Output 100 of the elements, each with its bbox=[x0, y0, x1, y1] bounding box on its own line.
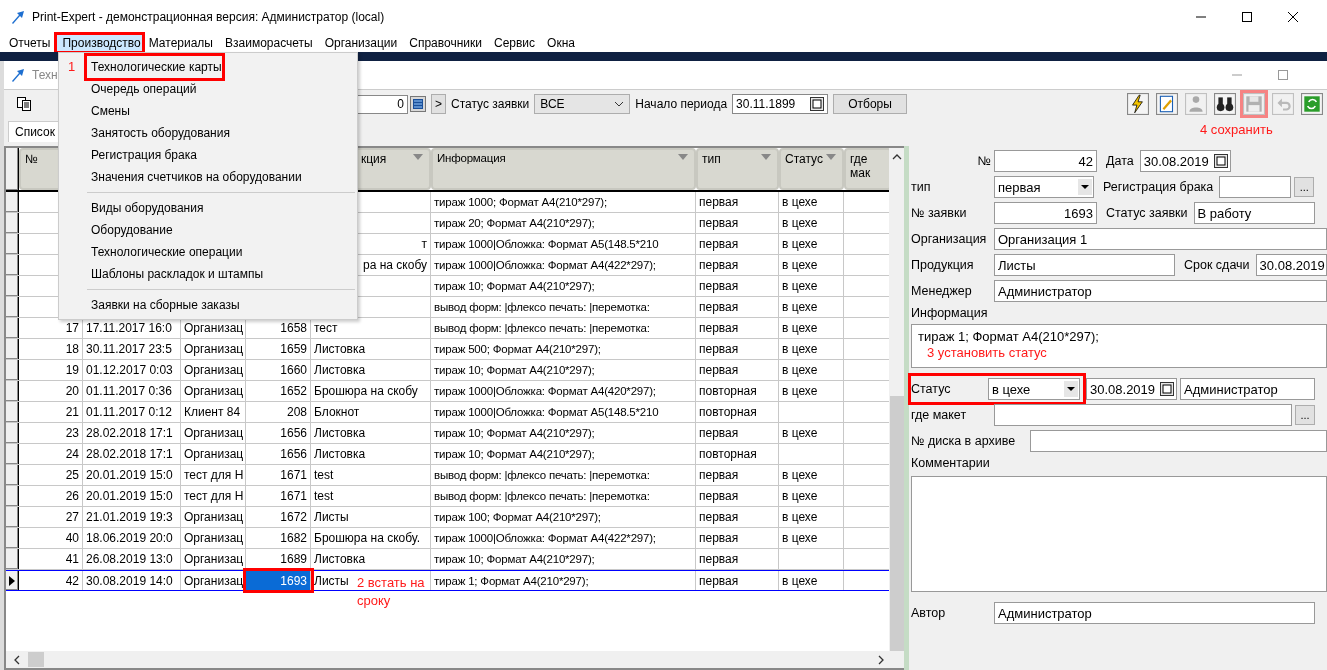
menu-item[interactable]: Технологические карты bbox=[87, 56, 222, 78]
copy-icon[interactable] bbox=[16, 96, 32, 112]
menu-item[interactable]: Взаиморасчеты bbox=[220, 35, 318, 51]
author-field[interactable]: Администратор bbox=[994, 602, 1315, 624]
status-select[interactable]: ВСЕ bbox=[534, 94, 631, 114]
menu-item[interactable]: Материалы bbox=[143, 35, 218, 51]
table-cell: в цехе bbox=[779, 507, 844, 527]
row-header[interactable] bbox=[6, 507, 19, 527]
row-header[interactable] bbox=[6, 381, 19, 401]
maximize-icon[interactable] bbox=[1241, 11, 1253, 23]
binoculars-icon[interactable] bbox=[1214, 93, 1236, 115]
defect-field[interactable] bbox=[1219, 176, 1292, 198]
row-header[interactable] bbox=[6, 339, 19, 359]
column-header[interactable]: № bbox=[25, 152, 38, 166]
row-header[interactable] bbox=[6, 318, 19, 338]
row-header[interactable] bbox=[6, 486, 19, 506]
table-cell: вывод форм: |флексо печать: |перемотка: bbox=[431, 486, 696, 506]
row-header[interactable] bbox=[6, 571, 19, 590]
row-header[interactable] bbox=[6, 549, 19, 569]
calendar-icon[interactable] bbox=[1213, 154, 1228, 168]
table-cell: вывод форм: |флексо печать: |перемотка: bbox=[431, 297, 696, 317]
row-header[interactable] bbox=[6, 528, 19, 548]
scrollbar-thumb[interactable] bbox=[889, 396, 904, 651]
scroll-right-icon[interactable] bbox=[878, 654, 884, 665]
table-cell: в цехе bbox=[779, 276, 844, 296]
table-cell: в цехе bbox=[779, 234, 844, 254]
menu-item[interactable]: Значения счетчиков на оборудовании bbox=[87, 166, 302, 188]
table-cell: Листовка bbox=[311, 339, 431, 359]
table-cell: 21 bbox=[19, 402, 83, 422]
menu-item[interactable]: Отчеты bbox=[4, 35, 56, 51]
row-header[interactable] bbox=[6, 402, 19, 422]
row-header[interactable] bbox=[6, 444, 19, 464]
date-field[interactable]: 30.08.2019 bbox=[1139, 150, 1231, 172]
menu-item[interactable]: Заявки на сборные заказы bbox=[87, 294, 240, 316]
menu-item[interactable]: Виды оборудования bbox=[87, 197, 204, 219]
type-select[interactable]: первая bbox=[994, 176, 1094, 198]
browse-button[interactable]: ... bbox=[1295, 405, 1315, 425]
edit-icon[interactable] bbox=[1156, 93, 1178, 115]
menu-item[interactable]: Сервис bbox=[488, 35, 541, 51]
next-button[interactable]: > bbox=[431, 94, 446, 114]
calendar-icon[interactable] bbox=[1160, 382, 1174, 396]
number-field[interactable]: 0 bbox=[356, 94, 408, 114]
date-field[interactable]: 30.08.2019 bbox=[1086, 378, 1177, 400]
table-cell: Организац bbox=[181, 507, 246, 527]
annotation-text: 2 встать на bbox=[357, 574, 425, 592]
layout-field[interactable] bbox=[994, 404, 1292, 426]
menu-item[interactable]: Смены bbox=[87, 100, 130, 122]
menu-item[interactable]: Технологические операции bbox=[87, 241, 243, 263]
row-header[interactable] bbox=[6, 255, 19, 275]
disk-field[interactable] bbox=[1030, 430, 1327, 452]
menu-item[interactable]: Оборудование bbox=[87, 219, 173, 241]
scrollbar-thumb[interactable] bbox=[28, 652, 44, 667]
product-field[interactable]: Листы bbox=[994, 254, 1175, 276]
row-header[interactable] bbox=[6, 192, 19, 212]
period-date-field[interactable]: 30.11.1899 bbox=[732, 94, 829, 114]
filter-button[interactable]: Отборы bbox=[833, 94, 908, 114]
menu-item[interactable]: Регистрация брака bbox=[87, 144, 197, 166]
due-date-field[interactable]: 30.08.2019 bbox=[1255, 254, 1327, 276]
calculator-icon[interactable] bbox=[410, 96, 426, 112]
row-header[interactable] bbox=[6, 148, 19, 190]
user-field[interactable]: Администратор bbox=[1180, 378, 1315, 400]
column-header[interactable]: тип bbox=[702, 152, 721, 166]
row-header[interactable] bbox=[6, 276, 19, 296]
comments-textarea[interactable] bbox=[911, 476, 1327, 592]
row-header[interactable] bbox=[6, 234, 19, 254]
organization-field[interactable]: Организация 1 bbox=[994, 228, 1327, 250]
child-window-title: Техн bbox=[32, 68, 58, 82]
manager-field[interactable]: Администратор bbox=[994, 280, 1327, 302]
row-header[interactable] bbox=[6, 465, 19, 485]
close-icon[interactable] bbox=[1287, 11, 1299, 23]
row-header[interactable] bbox=[6, 213, 19, 233]
menu-item[interactable]: Очередь операций bbox=[87, 78, 197, 100]
number-field[interactable]: 42 bbox=[994, 150, 1097, 172]
column-header[interactable]: Информация bbox=[437, 152, 506, 164]
calendar-icon[interactable] bbox=[810, 97, 825, 111]
row-header[interactable] bbox=[6, 423, 19, 443]
menu-item[interactable]: Справочники bbox=[404, 35, 487, 51]
scroll-left-icon[interactable] bbox=[14, 654, 20, 665]
row-header[interactable] bbox=[6, 360, 19, 380]
table-cell: Брошюра на скобу. bbox=[311, 528, 431, 548]
menu-item[interactable]: Организации bbox=[319, 35, 403, 51]
table-cell: в цехе bbox=[779, 297, 844, 317]
scroll-up-icon[interactable] bbox=[891, 154, 902, 160]
menu-item[interactable]: Окна bbox=[542, 35, 580, 51]
row-header[interactable] bbox=[6, 297, 19, 317]
table-cell: в цехе bbox=[779, 381, 844, 401]
lightning-icon[interactable] bbox=[1127, 93, 1149, 115]
table-cell: 1659 bbox=[246, 339, 311, 359]
menu-item[interactable]: Занятость оборудования bbox=[87, 122, 230, 144]
column-header[interactable]: Статус bbox=[785, 152, 823, 166]
order-field[interactable]: 1693 bbox=[994, 202, 1097, 224]
status-select[interactable]: в цехе bbox=[988, 378, 1080, 400]
table-cell: в цехе bbox=[779, 465, 844, 485]
table-cell: Блокнот bbox=[311, 402, 431, 422]
table-cell: первая bbox=[696, 423, 779, 443]
order-status-field[interactable]: В работу bbox=[1193, 202, 1315, 224]
menu-item[interactable]: Производство bbox=[57, 35, 142, 51]
menu-item[interactable]: Шаблоны раскладок и штампы bbox=[87, 263, 264, 285]
refresh-icon[interactable] bbox=[1301, 93, 1323, 115]
browse-button[interactable]: ... bbox=[1294, 177, 1315, 197]
